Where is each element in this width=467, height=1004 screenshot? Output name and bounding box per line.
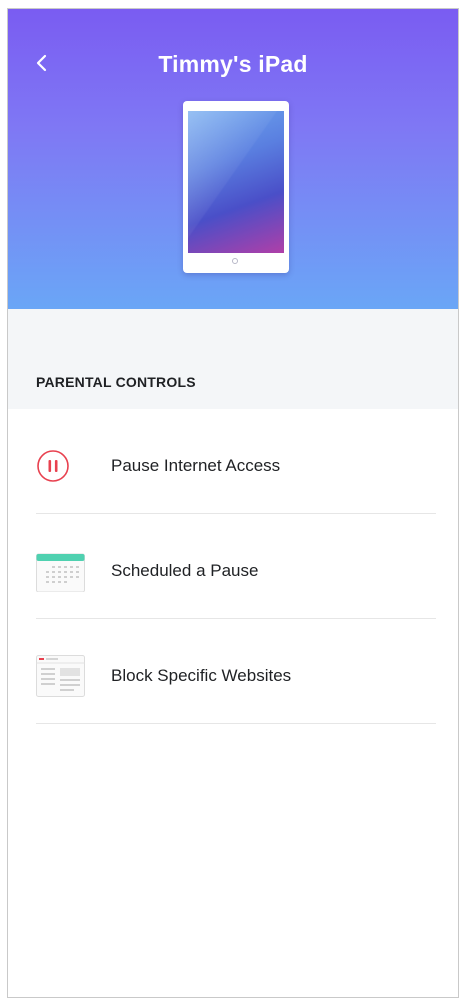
page-title: Timmy's iPad [158, 51, 308, 77]
parental-controls-list: Pause Internet Access Scheduled a Pause [36, 409, 436, 724]
pause-icon [37, 450, 69, 482]
menu-item-block-specific-websites[interactable]: Block Specific Websites [36, 619, 436, 724]
device-header: Timmy's iPad [8, 9, 458, 309]
section-header: PARENTAL CONTROLS [8, 309, 458, 409]
menu-item-label: Block Specific Websites [111, 666, 292, 685]
menu-item-pause-internet-access[interactable]: Pause Internet Access [36, 409, 436, 514]
menu-item-scheduled-a-pause[interactable]: Scheduled a Pause [36, 514, 436, 619]
section-title: PARENTAL CONTROLS [36, 374, 196, 390]
tablet-screen [188, 111, 284, 253]
menu-item-label: Scheduled a Pause [111, 561, 259, 580]
app-screen: Timmy's iPad PARENTAL CONTROLS Pause Int… [7, 8, 459, 998]
calendar-icon [36, 553, 85, 592]
tablet-illustration [183, 101, 289, 273]
home-button-icon [232, 258, 238, 264]
webpage-icon [36, 655, 85, 697]
menu-item-label: Pause Internet Access [111, 456, 281, 475]
